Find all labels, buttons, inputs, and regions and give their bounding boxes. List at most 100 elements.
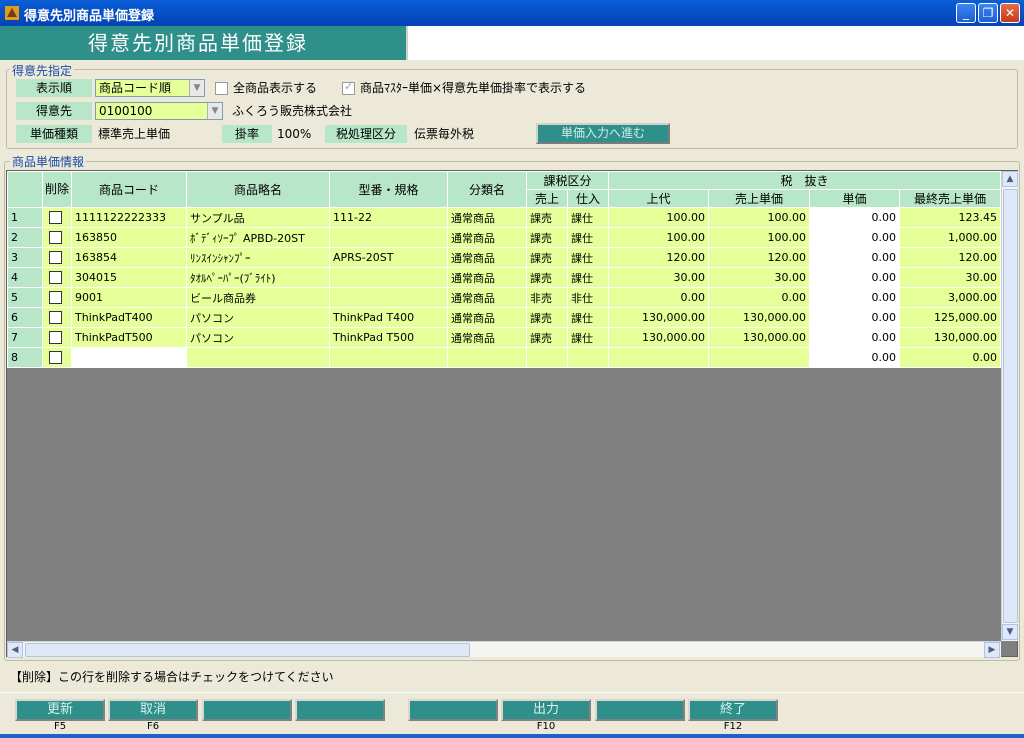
model-cell[interactable]: APRS-20ST xyxy=(329,247,448,268)
name-cell[interactable] xyxy=(186,347,330,368)
function-key-button[interactable] xyxy=(408,699,498,721)
delete-checkbox-cell[interactable] xyxy=(42,307,72,328)
vertical-scroll-thumb[interactable] xyxy=(1003,189,1018,623)
horizontal-scroll-thumb[interactable] xyxy=(25,643,470,657)
list-price-cell[interactable]: 130,000.00 xyxy=(608,307,709,328)
model-cell[interactable]: 111-22 xyxy=(329,207,448,228)
delete-checkbox-cell[interactable] xyxy=(42,207,72,228)
unit-price-cell[interactable]: 0.00 xyxy=(809,247,900,268)
table-row[interactable]: 4 304015 ﾀｵﾙﾍﾟｰﾊﾟｰ(ﾌﾞﾗｲﾄ) 通常商品 課売 課仕 30.00 30.0… xyxy=(7,267,1001,288)
scroll-left-icon[interactable]: ◀ xyxy=(7,642,23,658)
tax-sale-cell[interactable]: 課売 xyxy=(526,247,568,268)
list-price-cell[interactable]: 130,000.00 xyxy=(608,327,709,348)
unit-price-cell[interactable]: 0.00 xyxy=(809,327,900,348)
delete-checkbox[interactable] xyxy=(49,231,62,245)
table-row[interactable]: 6 ThinkPadT400 パソコン ThinkPad T400 通常商品 課売 課仕 13… xyxy=(7,307,1001,328)
tax-purchase-cell[interactable]: 課仕 xyxy=(567,227,609,248)
category-cell[interactable] xyxy=(447,347,527,368)
list-price-cell[interactable]: 100.00 xyxy=(608,207,709,228)
sale-price-cell[interactable] xyxy=(708,347,810,368)
scroll-down-icon[interactable]: ▼ xyxy=(1002,624,1018,640)
sale-price-cell[interactable]: 100.00 xyxy=(708,227,810,248)
horizontal-scrollbar[interactable]: ◀ ▶ xyxy=(7,641,1001,658)
unit-price-cell[interactable]: 0.00 xyxy=(809,207,900,228)
display-order-select[interactable]: 商品コード順 ▼ xyxy=(95,79,205,97)
name-cell[interactable]: ビール商品券 xyxy=(186,287,330,308)
tax-sale-cell[interactable] xyxy=(526,347,568,368)
chevron-down-icon[interactable]: ▼ xyxy=(189,80,204,96)
name-cell[interactable]: ﾀｵﾙﾍﾟｰﾊﾟｰ(ﾌﾞﾗｲﾄ) xyxy=(186,267,330,288)
unit-price-cell[interactable]: 0.00 xyxy=(809,307,900,328)
model-cell[interactable] xyxy=(329,227,448,248)
delete-checkbox[interactable] xyxy=(49,251,62,265)
code-header[interactable]: 商品コード xyxy=(71,171,187,208)
sale-price-cell[interactable]: 130,000.00 xyxy=(708,307,810,328)
category-header[interactable]: 分類名 xyxy=(447,171,527,208)
list-price-cell[interactable] xyxy=(608,347,709,368)
close-button[interactable]: ✕ xyxy=(1000,3,1020,23)
list-price-cell[interactable]: 0.00 xyxy=(608,287,709,308)
category-cell[interactable]: 通常商品 xyxy=(447,207,527,228)
delete-checkbox[interactable] xyxy=(49,291,62,305)
list-price-cell[interactable]: 30.00 xyxy=(608,267,709,288)
name-cell[interactable]: サンプル品 xyxy=(186,207,330,228)
tax-sale-cell[interactable]: 課売 xyxy=(526,307,568,328)
list-price-cell[interactable]: 120.00 xyxy=(608,247,709,268)
delete-checkbox-cell[interactable] xyxy=(42,227,72,248)
sale-price-cell[interactable]: 130,000.00 xyxy=(708,327,810,348)
function-key-button[interactable]: 出力 xyxy=(501,699,591,721)
unit-price-cell[interactable]: 0.00 xyxy=(809,287,900,308)
category-cell[interactable]: 通常商品 xyxy=(447,267,527,288)
model-header[interactable]: 型番・規格 xyxy=(329,171,448,208)
list-price-cell[interactable]: 100.00 xyxy=(608,227,709,248)
sale-price-cell[interactable]: 30.00 xyxy=(708,267,810,288)
model-cell[interactable] xyxy=(329,347,448,368)
function-key-button[interactable]: 取消 xyxy=(108,699,198,721)
tax-purchase-cell[interactable]: 課仕 xyxy=(567,267,609,288)
tax-sale-cell[interactable]: 課売 xyxy=(526,267,568,288)
vertical-scrollbar[interactable]: ▲ ▼ xyxy=(1001,171,1018,641)
code-cell[interactable] xyxy=(71,347,187,368)
table-row[interactable]: 8 0.00 0.00 xyxy=(7,347,1001,368)
table-row[interactable]: 2 163850 ﾎﾞﾃﾞｨｿｰﾌﾟ APBD-20ST 通常商品 課売 課仕 100.00… xyxy=(7,227,1001,248)
tax-sale-cell[interactable]: 課売 xyxy=(526,327,568,348)
function-key-button[interactable]: 終了 xyxy=(688,699,778,721)
name-header[interactable]: 商品略名 xyxy=(186,171,330,208)
category-cell[interactable]: 通常商品 xyxy=(447,227,527,248)
code-cell[interactable]: 163854 xyxy=(71,247,187,268)
chevron-down-icon[interactable]: ▼ xyxy=(207,103,222,119)
scroll-up-icon[interactable]: ▲ xyxy=(1002,171,1018,187)
code-cell[interactable]: 1111122222333 xyxy=(71,207,187,228)
delete-checkbox-cell[interactable] xyxy=(42,267,72,288)
delete-checkbox-cell[interactable] xyxy=(42,287,72,308)
function-key-button[interactable] xyxy=(595,699,685,721)
master-price-checkbox[interactable] xyxy=(342,80,355,95)
tax-sale-cell[interactable]: 課売 xyxy=(526,207,568,228)
name-cell[interactable]: パソコン xyxy=(186,307,330,328)
tax-purchase-cell[interactable]: 課仕 xyxy=(567,207,609,228)
category-cell[interactable]: 通常商品 xyxy=(447,287,527,308)
sale-price-cell[interactable]: 100.00 xyxy=(708,207,810,228)
category-cell[interactable]: 通常商品 xyxy=(447,247,527,268)
name-cell[interactable]: ﾘﾝｽｲﾝｼｬﾝﾌﾟｰ xyxy=(186,247,330,268)
tax-purchase-cell[interactable]: 非仕 xyxy=(567,287,609,308)
table-row[interactable]: 5 9001 ビール商品券 通常商品 非売 非仕 0.00 0.00 0.00 3,000.00 xyxy=(7,287,1001,308)
code-cell[interactable]: 304015 xyxy=(71,267,187,288)
tax-purchase-cell[interactable]: 課仕 xyxy=(567,307,609,328)
unit-price-cell[interactable]: 0.00 xyxy=(809,267,900,288)
delete-checkbox-cell[interactable] xyxy=(42,327,72,348)
function-key-button[interactable] xyxy=(295,699,385,721)
delete-checkbox[interactable] xyxy=(49,311,62,325)
tax-sale-cell[interactable]: 課売 xyxy=(526,227,568,248)
restore-button[interactable]: ❐ xyxy=(978,3,998,23)
model-cell[interactable] xyxy=(329,287,448,308)
delete-checkbox[interactable] xyxy=(49,331,62,345)
name-cell[interactable]: ﾎﾞﾃﾞｨｿｰﾌﾟ APBD-20ST xyxy=(186,227,330,248)
category-cell[interactable]: 通常商品 xyxy=(447,327,527,348)
tax-purchase-cell[interactable]: 課仕 xyxy=(567,247,609,268)
unit-price-cell[interactable]: 0.00 xyxy=(809,227,900,248)
delete-checkbox-cell[interactable] xyxy=(42,247,72,268)
table-row[interactable]: 7 ThinkPadT500 パソコン ThinkPad T500 通常商品 課売 課仕 13… xyxy=(7,327,1001,348)
name-cell[interactable]: パソコン xyxy=(186,327,330,348)
sale-price-cell[interactable]: 0.00 xyxy=(708,287,810,308)
